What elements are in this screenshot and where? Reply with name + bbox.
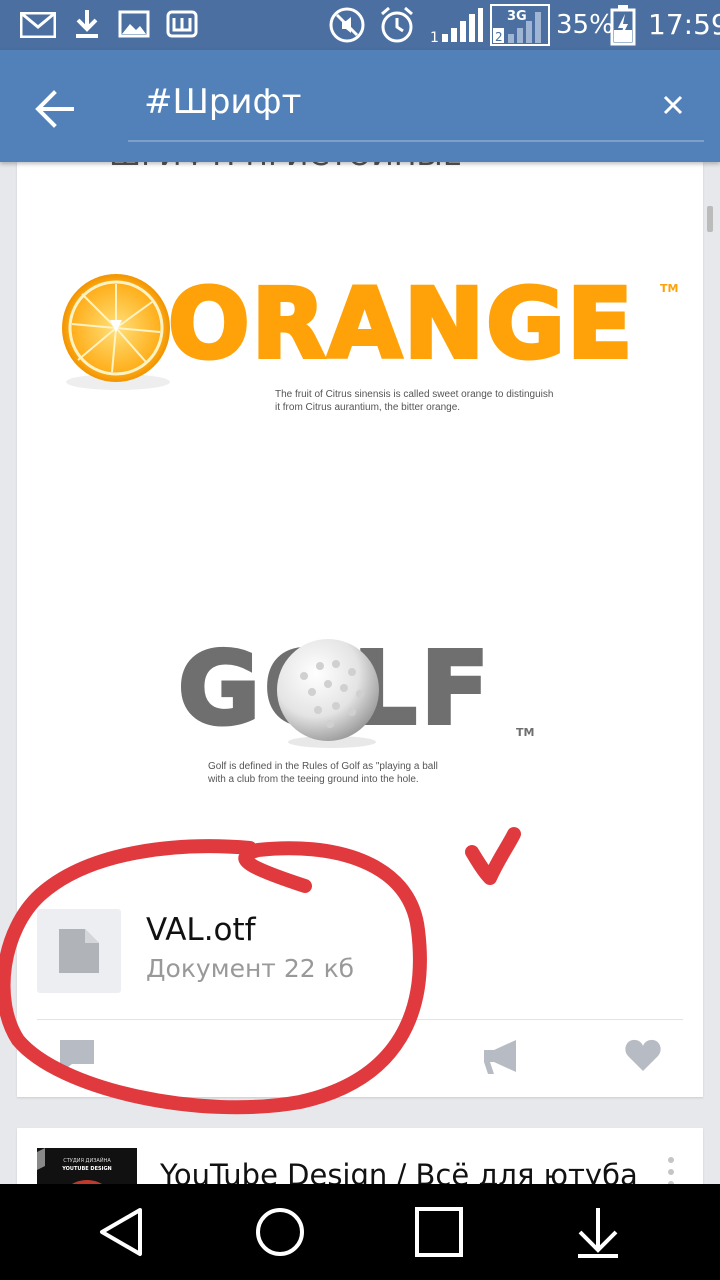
search-header: #Шрифт (0, 50, 720, 162)
network-label: 3G (507, 9, 527, 24)
poster-golf-caption: Golf is defined in the Rules of Golf as … (208, 761, 438, 785)
golf-ball-icon (277, 639, 379, 748)
back-triangle-icon[interactable] (94, 1202, 154, 1262)
signal-1-icon: 1 (430, 8, 483, 44)
search-input[interactable]: #Шрифт (144, 82, 301, 122)
download-icon (76, 10, 98, 38)
poster-orange-caption: The fruit of Citrus sinensis is called s… (275, 389, 554, 413)
arrow-left-icon[interactable] (26, 84, 86, 134)
signal-2-icon: 3G 2 (490, 4, 550, 46)
document-icon (59, 929, 99, 973)
document-meta: Документ 22 кб (146, 954, 355, 983)
navigation-bar (0, 1184, 720, 1280)
comment-icon[interactable] (58, 1038, 96, 1072)
recents-square-icon[interactable] (408, 1202, 468, 1262)
clock: 17:59 (648, 8, 720, 41)
mail-icon (20, 12, 56, 38)
poster-orange-word: ORANGE (166, 266, 635, 382)
poster-orange-tm: TM (660, 282, 679, 295)
mute-icon (329, 7, 365, 43)
scrollbar-thumb[interactable] (707, 206, 713, 232)
sh-icon (166, 10, 198, 38)
battery-percent: 35% (556, 10, 614, 40)
orange-slice-icon (62, 274, 170, 390)
svg-text:1: 1 (430, 30, 439, 44)
home-circle-icon[interactable] (250, 1202, 310, 1262)
poster-golf-tm: TM (516, 726, 535, 739)
document-name[interactable]: VAL.otf (146, 912, 256, 948)
status-bar: 1 3G 2 35% 17:59 (0, 0, 720, 50)
image-icon (118, 10, 150, 38)
alarm-icon (381, 6, 413, 43)
svg-text:2: 2 (495, 30, 503, 44)
search-underline (128, 140, 704, 142)
poster-orange-image[interactable]: ORANGE TM The fruit of Citrus sinensis i… (40, 260, 680, 420)
close-icon[interactable] (656, 88, 690, 122)
notifications-down-icon[interactable] (568, 1202, 628, 1262)
poster-golf-image[interactable]: GOLF TM Golf is defined in the Rules of … (176, 628, 578, 790)
like-icon[interactable] (624, 1038, 662, 1072)
share-icon[interactable] (482, 1038, 522, 1074)
battery-icon (610, 5, 636, 46)
divider (37, 1019, 683, 1020)
document-thumb[interactable] (37, 909, 121, 993)
svg-text:СТУДИЯ ДИЗАЙНА: СТУДИЯ ДИЗАЙНА (63, 1157, 111, 1164)
svg-text:YOUTUBE DESIGN: YOUTUBE DESIGN (61, 1166, 112, 1172)
